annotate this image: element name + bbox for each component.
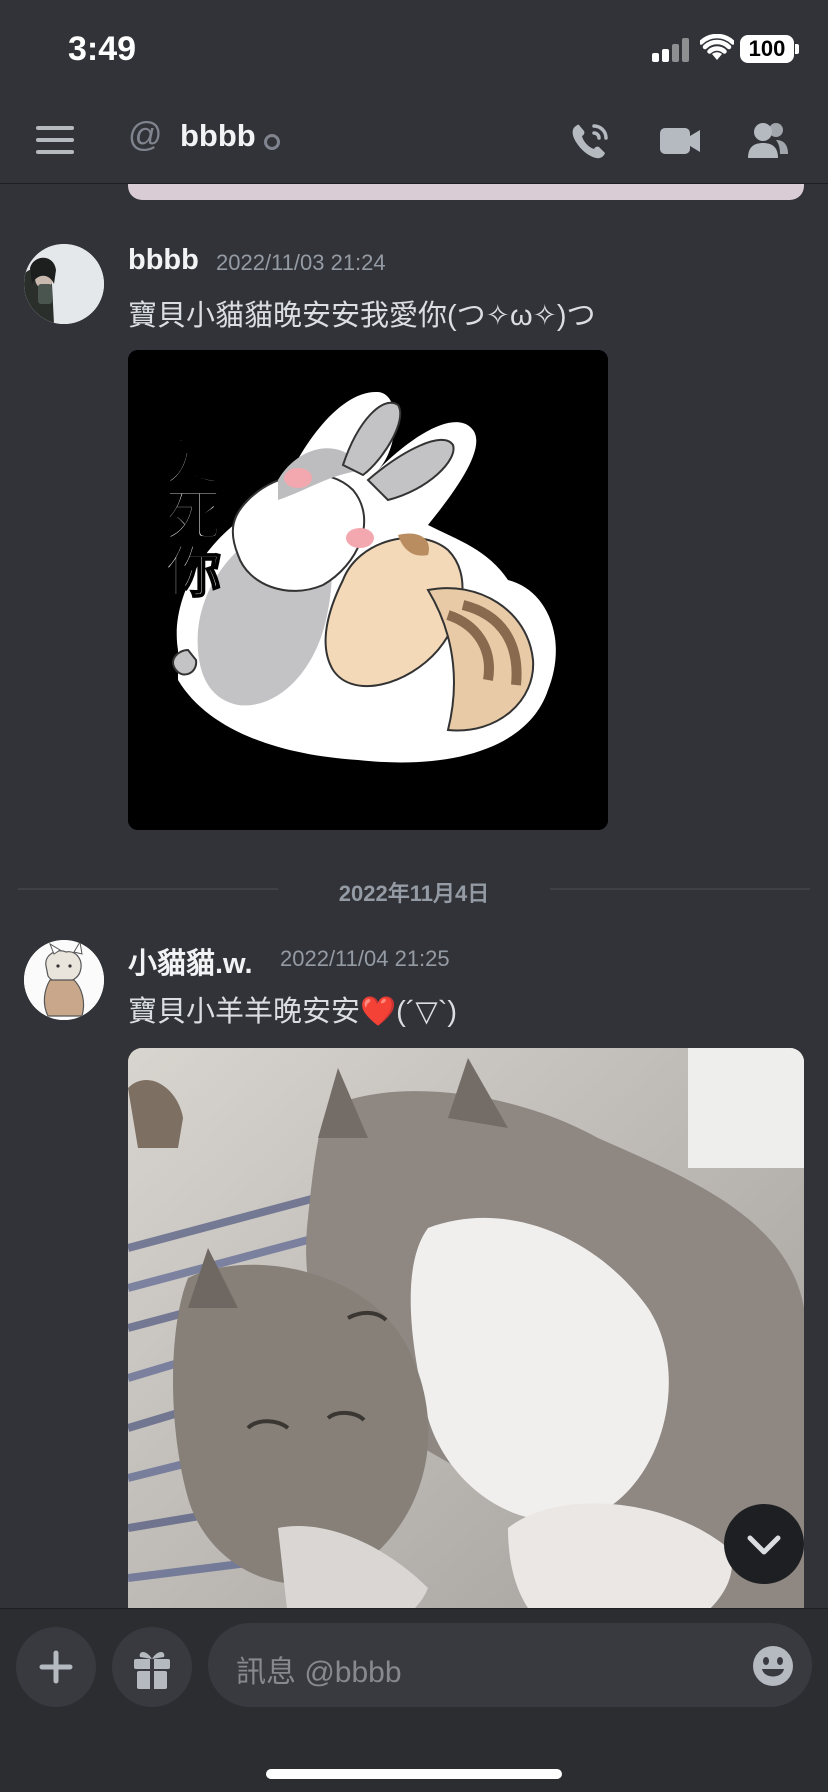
- add-attachment-button[interactable]: [16, 1627, 96, 1707]
- emoji-icon[interactable]: [752, 1645, 794, 1687]
- signal-icon: [652, 38, 692, 62]
- divider-line-right: [550, 888, 810, 890]
- cat-gif-attachment[interactable]: [128, 1048, 804, 1608]
- message-list[interactable]: bbbb 2022/11/03 21:24 寶貝小貓貓晚安安我愛你(つ✧ω✧)つ…: [0, 184, 828, 1608]
- chevron-down-icon: [747, 1535, 781, 1555]
- date-divider-label: 2022年11月4日: [338, 881, 490, 906]
- message-timestamp: 2022/11/04 21:25: [280, 946, 450, 971]
- members-icon[interactable]: [746, 120, 790, 160]
- message-username[interactable]: 小貓貓.w.: [128, 940, 253, 982]
- video-camera-icon[interactable]: [658, 120, 702, 160]
- plus-icon: [39, 1650, 73, 1684]
- message-text: 寶貝小羊羊晚安安❤️(´▽`): [128, 996, 458, 1028]
- call-icon[interactable]: [568, 120, 612, 162]
- battery-tip: [795, 44, 799, 54]
- message-timestamp: 2022/11/03 21:24: [216, 250, 386, 275]
- offline-status-icon: [264, 134, 280, 150]
- menu-icon[interactable]: [36, 126, 74, 154]
- date-divider: 2022年11月4日: [18, 878, 810, 906]
- sticker-image[interactable]: 爱死你: [128, 350, 608, 830]
- avatar[interactable]: [24, 940, 104, 1020]
- message-text: 寶貝小貓貓晚安安我愛你(つ✧ω✧)つ: [128, 300, 596, 332]
- avatar[interactable]: [24, 244, 104, 324]
- sticker-text: 爱死你: [156, 430, 222, 598]
- message-input-placeholder: 訊息 @bbbb: [236, 1656, 402, 1689]
- status-time: 3:49: [68, 30, 137, 68]
- gift-icon: [134, 1652, 170, 1689]
- at-icon: @: [128, 116, 163, 154]
- status-bar: 3:49 100: [0, 0, 828, 96]
- channel-name[interactable]: bbbb: [180, 118, 256, 154]
- channel-header: @ bbbb: [0, 96, 828, 184]
- gift-button[interactable]: [112, 1627, 192, 1707]
- message-composer: 訊息 @bbbb: [0, 1608, 828, 1792]
- jump-to-bottom-button[interactable]: [724, 1504, 804, 1584]
- message-input[interactable]: 訊息 @bbbb: [208, 1623, 812, 1707]
- wifi-icon: [700, 34, 734, 60]
- home-indicator: [266, 1769, 562, 1779]
- previous-image-attachment[interactable]: [128, 184, 804, 200]
- battery-indicator: 100: [740, 35, 794, 63]
- message-username[interactable]: bbbb: [128, 244, 199, 277]
